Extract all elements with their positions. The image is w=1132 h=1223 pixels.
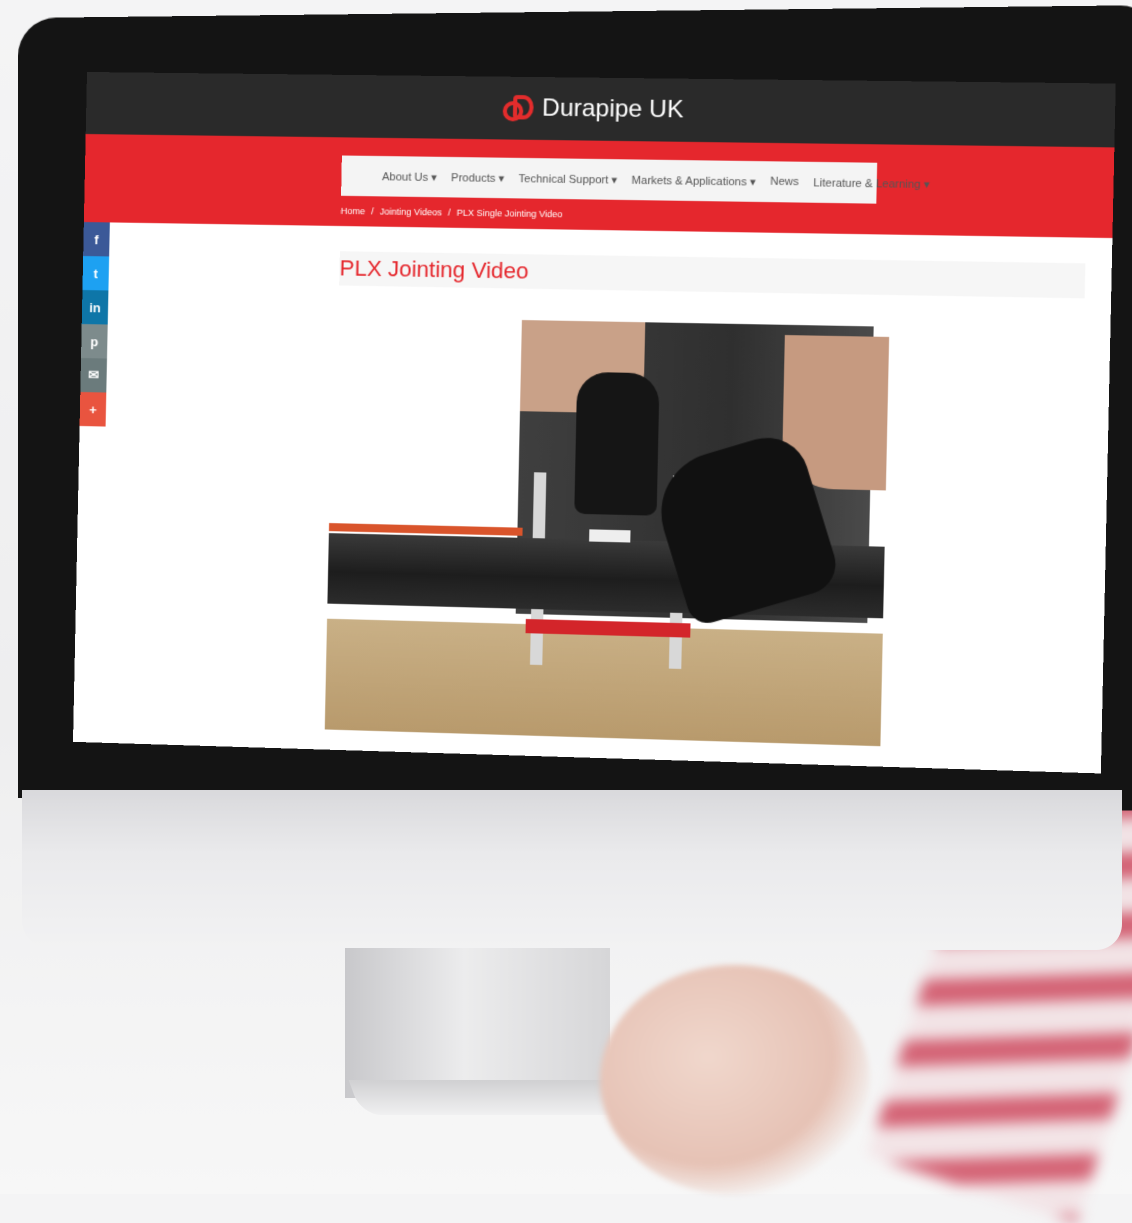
- logo-mark-icon: [502, 95, 535, 122]
- nav-item-markets[interactable]: Markets & Applications ▾: [631, 173, 755, 188]
- email-icon[interactable]: ✉: [80, 358, 108, 393]
- video-frame-bench: [324, 618, 883, 747]
- breadcrumb-current: PLX Single Jointing Video: [456, 207, 563, 220]
- screen: Durapipe UK About Us ▾ Products ▾ Techni…: [72, 72, 1116, 774]
- monitor-stand: [345, 948, 610, 1098]
- brand-name: Durapipe UK: [541, 94, 684, 124]
- monitor-chin: [22, 790, 1122, 950]
- nav-item-literature[interactable]: Literature & Learning ▾: [813, 176, 930, 191]
- breadcrumb-separator: /: [447, 207, 451, 218]
- video-frame-label: [589, 529, 631, 543]
- breadcrumb-separator: /: [371, 206, 374, 217]
- video-frame-glove: [574, 371, 660, 516]
- more-icon[interactable]: +: [79, 392, 107, 427]
- facebook-icon[interactable]: f: [83, 222, 110, 257]
- twitter-icon[interactable]: t: [82, 256, 110, 291]
- nav-item-news[interactable]: News: [770, 176, 799, 189]
- video-player[interactable]: [324, 316, 890, 747]
- share-bar: f t in p ✉ +: [79, 222, 110, 427]
- pinterest-icon[interactable]: p: [81, 324, 108, 359]
- linkedin-icon[interactable]: in: [81, 290, 109, 325]
- site-logo[interactable]: Durapipe UK: [502, 94, 684, 125]
- hand-decoration: [600, 965, 870, 1195]
- nav-item-products[interactable]: Products ▾: [451, 171, 504, 185]
- breadcrumb-jointing-videos[interactable]: Jointing Videos: [380, 206, 442, 217]
- nav-item-technical-support[interactable]: Technical Support ▾: [518, 172, 617, 187]
- breadcrumb-home[interactable]: Home: [341, 206, 366, 216]
- nav-item-about-us[interactable]: About Us ▾: [382, 170, 437, 184]
- main-nav: About Us ▾ Products ▾ Technical Support …: [341, 155, 930, 204]
